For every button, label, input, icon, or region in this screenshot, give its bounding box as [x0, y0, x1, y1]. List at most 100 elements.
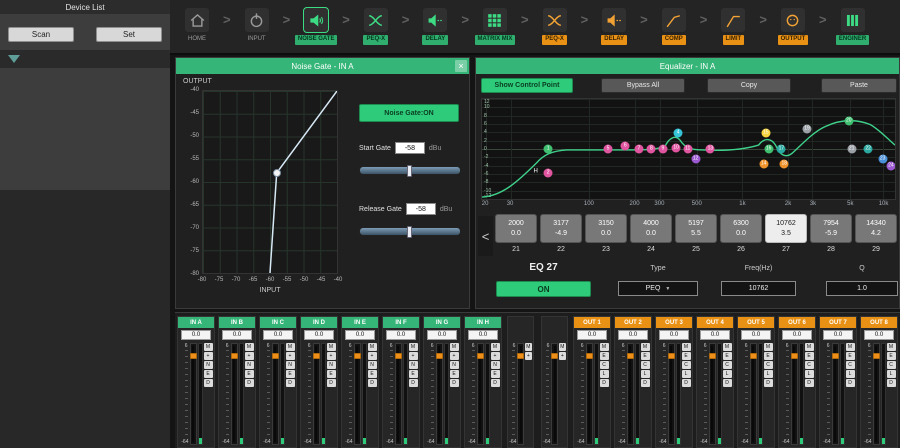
close-icon[interactable]: × — [455, 60, 467, 72]
fader-handle[interactable] — [709, 353, 716, 359]
channel-button-l[interactable]: L — [887, 370, 896, 378]
channel-fader[interactable] — [832, 343, 839, 445]
previous-bands-button[interactable]: < — [478, 216, 493, 256]
channel-button-e[interactable]: E — [641, 352, 650, 360]
set-button[interactable]: Set — [96, 27, 162, 42]
eq-point-4[interactable]: 4 — [674, 129, 683, 138]
channel-button-l[interactable]: L — [764, 370, 773, 378]
eq-point-14[interactable]: 14 — [759, 160, 768, 169]
channel-button-d[interactable]: D — [600, 379, 609, 387]
channel-button-polarity[interactable]: + — [204, 352, 213, 360]
toolbar-item-peq-x[interactable]: PEQ-X — [530, 8, 580, 44]
fader-handle[interactable] — [272, 353, 279, 359]
channel-button-m[interactable]: M — [641, 343, 650, 351]
channel-button-d[interactable]: D — [846, 379, 855, 387]
channel-label[interactable]: IN B — [219, 317, 255, 328]
channel-button-c[interactable]: C — [805, 361, 814, 369]
eq-band-cell-29[interactable]: 143404.2 — [855, 214, 897, 243]
fader-handle[interactable] — [873, 353, 880, 359]
channel-button-polarity[interactable]: + — [368, 352, 377, 360]
gate-threshold-handle[interactable] — [273, 169, 281, 177]
channel-button-polarity[interactable]: + — [450, 352, 459, 360]
channel-button-m[interactable]: M — [723, 343, 732, 351]
channel-gain-value[interactable]: 0.0 — [304, 330, 334, 340]
channel-button-d[interactable]: D — [491, 379, 500, 387]
fader-handle[interactable] — [586, 353, 593, 359]
channel-fader[interactable] — [791, 343, 798, 445]
channel-gain-value[interactable]: 0.0 — [741, 330, 771, 340]
channel-gain-value[interactable]: 0.0 — [468, 330, 498, 340]
channel-button-n[interactable]: N — [491, 361, 500, 369]
release-gate-slider[interactable] — [359, 227, 461, 236]
eq-point-22[interactable]: 22 — [864, 145, 873, 154]
channel-label[interactable]: OUT 3 — [656, 317, 692, 328]
fader-handle[interactable] — [231, 353, 238, 359]
channel-fader[interactable] — [436, 343, 443, 445]
channel-button-l[interactable]: L — [846, 370, 855, 378]
channel-button-c[interactable]: C — [600, 361, 609, 369]
channel-button-polarity[interactable]: + — [559, 352, 566, 360]
channel-button-n[interactable]: N — [245, 361, 254, 369]
noise-gate-graph[interactable] — [202, 90, 338, 274]
channel-button-m[interactable]: M — [805, 343, 814, 351]
channel-button-m[interactable]: M — [327, 343, 336, 351]
fader-handle[interactable] — [517, 353, 523, 359]
channel-button-m[interactable]: M — [559, 343, 566, 351]
channel-label[interactable]: OUT 6 — [779, 317, 815, 328]
channel-fader[interactable] — [873, 343, 880, 445]
channel-button-polarity[interactable]: + — [409, 352, 418, 360]
scan-button[interactable]: Scan — [8, 27, 74, 42]
channel-label[interactable]: IN F — [383, 317, 419, 328]
channel-button-d[interactable]: D — [204, 379, 213, 387]
channel-button-d[interactable]: D — [641, 379, 650, 387]
channel-button-d[interactable]: D — [327, 379, 336, 387]
channel-button-n[interactable]: N — [204, 361, 213, 369]
channel-gain-value[interactable]: 0.0 — [618, 330, 648, 340]
eq-button-paste[interactable]: Paste — [821, 78, 897, 93]
channel-gain-value[interactable]: 0.0 — [700, 330, 730, 340]
channel-gain-value[interactable]: 0.0 — [823, 330, 853, 340]
fader-handle[interactable] — [551, 353, 557, 359]
channel-button-e[interactable]: E — [846, 352, 855, 360]
channel-button-d[interactable]: D — [887, 379, 896, 387]
eq-point-10[interactable]: 10 — [672, 144, 681, 153]
channel-fader[interactable] — [354, 343, 361, 445]
channel-gain-value[interactable]: 0.0 — [427, 330, 457, 340]
channel-button-d[interactable]: D — [805, 379, 814, 387]
eq-on-button[interactable]: ON — [496, 281, 591, 297]
channel-button-d[interactable]: D — [245, 379, 254, 387]
channel-button-e[interactable]: E — [245, 370, 254, 378]
fader-handle[interactable] — [668, 353, 675, 359]
channel-button-polarity[interactable]: + — [327, 352, 336, 360]
channel-button-e[interactable]: E — [600, 352, 609, 360]
channel-button-n[interactable]: N — [450, 361, 459, 369]
channel-gain-value[interactable]: 0.0 — [222, 330, 252, 340]
channel-label[interactable]: OUT 7 — [820, 317, 856, 328]
toolbar-item-delay[interactable]: DELAY — [589, 8, 639, 44]
channel-fader[interactable] — [627, 343, 634, 445]
fader-handle[interactable] — [477, 353, 484, 359]
eq-button-copy[interactable]: Copy — [707, 78, 791, 93]
eq-point-20[interactable]: 20 — [844, 117, 853, 126]
channel-button-d[interactable]: D — [764, 379, 773, 387]
toolbar-item-home[interactable]: HOME — [172, 8, 222, 44]
eq-point-h[interactable]: H — [531, 167, 540, 176]
channel-gain-value[interactable]: 0.0 — [345, 330, 375, 340]
start-gate-slider[interactable] — [359, 166, 461, 175]
channel-button-l[interactable]: L — [723, 370, 732, 378]
toolbar-item-matrix-mix[interactable]: MATRIX MIX — [470, 8, 520, 44]
fader-handle[interactable] — [832, 353, 839, 359]
fader-handle[interactable] — [354, 353, 361, 359]
eq-q-field[interactable]: 1.0 — [826, 281, 898, 296]
fader-handle[interactable] — [436, 353, 443, 359]
channel-button-e[interactable]: E — [286, 370, 295, 378]
eq-point-8[interactable]: 8 — [647, 145, 656, 154]
toolbar-item-peq-x[interactable]: PEQ-X — [351, 8, 401, 44]
channel-fader[interactable] — [709, 343, 716, 445]
eq-button-show-control-point[interactable]: Show Control Point — [481, 78, 573, 93]
eq-point-1[interactable]: 1 — [544, 145, 553, 154]
release-gate-slider-handle[interactable] — [407, 226, 412, 238]
channel-button-c[interactable]: C — [723, 361, 732, 369]
channel-button-d[interactable]: D — [368, 379, 377, 387]
channel-label[interactable]: IN G — [424, 317, 460, 328]
